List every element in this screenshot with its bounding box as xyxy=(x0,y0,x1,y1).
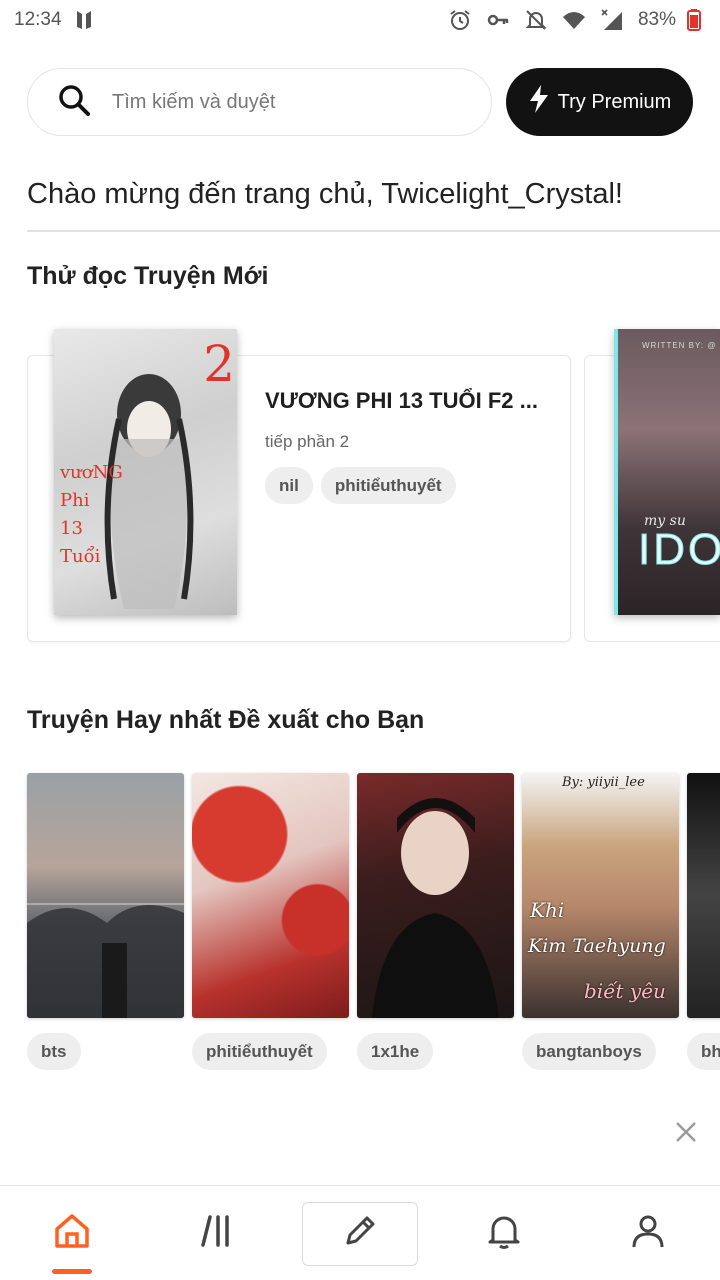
search-input[interactable]: Tìm kiếm và duyệt xyxy=(27,68,492,136)
tag-chip[interactable]: nil xyxy=(265,467,313,504)
section-title-new: Thử đọc Truyện Mới xyxy=(27,262,269,290)
active-indicator xyxy=(52,1269,92,1274)
welcome-heading: Chào mừng đến trang chủ, Twicelight_Crys… xyxy=(27,178,623,210)
second-story-cover[interactable]: WRITTEN BY: @ my su IDO xyxy=(614,329,720,615)
status-bar: 12:34 83% xyxy=(0,0,720,40)
cover-script-line: Kim Taehyung xyxy=(528,935,666,957)
bell-icon xyxy=(484,1211,524,1256)
recommended-cover[interactable]: By: yiiyii_lee Khi Kim Taehyung biết yêu xyxy=(522,773,679,1018)
search-icon xyxy=(56,82,92,123)
alarm-icon xyxy=(448,8,472,32)
portrait-illustration xyxy=(372,798,499,1018)
bridge-illustration xyxy=(27,905,184,1018)
person-icon xyxy=(628,1211,668,1256)
nav-profile[interactable] xyxy=(618,1186,678,1280)
cover-big-text: IDO xyxy=(637,525,720,575)
library-icon xyxy=(198,1211,238,1256)
cover-script-line: Khi xyxy=(530,898,565,922)
mute-icon xyxy=(524,8,548,32)
tag-chip[interactable]: phitiểuthuyết xyxy=(192,1033,327,1070)
cover-script-line: biết yêu xyxy=(584,979,666,1003)
tag-chip[interactable]: phitiểuthuyết xyxy=(320,467,456,504)
tag-chip[interactable]: bangtanboys xyxy=(522,1033,656,1070)
recommended-cover[interactable] xyxy=(687,773,720,1018)
story-subtitle: tiếp phần 2 xyxy=(265,432,350,451)
tag-chip[interactable]: 1x1he xyxy=(357,1033,434,1070)
story-cover[interactable]: 2 vươNG Phi 13 Tuổi xyxy=(54,329,237,615)
section-title-recommend: Truyện Hay nhất Đề xuất cho Bạn xyxy=(27,706,425,734)
lightning-icon xyxy=(528,85,550,119)
cover-figure-illustration xyxy=(104,374,194,609)
pencil-icon xyxy=(340,1211,380,1256)
signal-icon xyxy=(600,8,624,32)
nav-library[interactable] xyxy=(188,1186,248,1280)
bottom-navigation xyxy=(0,1185,720,1280)
tag-chip[interactable]: bts xyxy=(27,1033,81,1070)
recommended-cover[interactable] xyxy=(192,773,349,1018)
battery-icon xyxy=(682,8,706,32)
story-tags: nil phitiểuthuyết xyxy=(265,467,456,504)
battery-percent: 83% xyxy=(637,9,676,30)
key-icon xyxy=(486,8,510,32)
cover-number: 2 xyxy=(203,335,235,393)
cover-side-text: vươNG Phi 13 Tuổi xyxy=(60,462,123,567)
write-button-box xyxy=(302,1201,418,1266)
close-icon[interactable] xyxy=(672,1118,700,1146)
try-premium-button[interactable]: Try Premium xyxy=(506,68,693,136)
wifi-icon xyxy=(562,8,586,32)
cover-top-text: By: yiiyii_lee xyxy=(562,775,645,790)
premium-label: Try Premium xyxy=(557,90,672,113)
nav-write[interactable] xyxy=(302,1186,418,1280)
status-time: 12:34 xyxy=(14,9,62,30)
recommended-cover[interactable] xyxy=(357,773,514,1018)
nav-notifications[interactable] xyxy=(474,1186,534,1280)
divider xyxy=(27,230,720,232)
search-placeholder: Tìm kiếm và duyệt xyxy=(112,90,276,113)
story-title[interactable]: VƯƠNG PHI 13 TUỔI F2 ... xyxy=(265,388,538,414)
home-icon xyxy=(52,1211,92,1256)
nav-home[interactable] xyxy=(40,1186,104,1280)
tag-chip[interactable]: bh xyxy=(687,1033,720,1070)
recommended-cover[interactable] xyxy=(27,773,184,1018)
cover-top-text: WRITTEN BY: @ xyxy=(642,341,717,350)
app-notification-icon xyxy=(72,8,96,32)
